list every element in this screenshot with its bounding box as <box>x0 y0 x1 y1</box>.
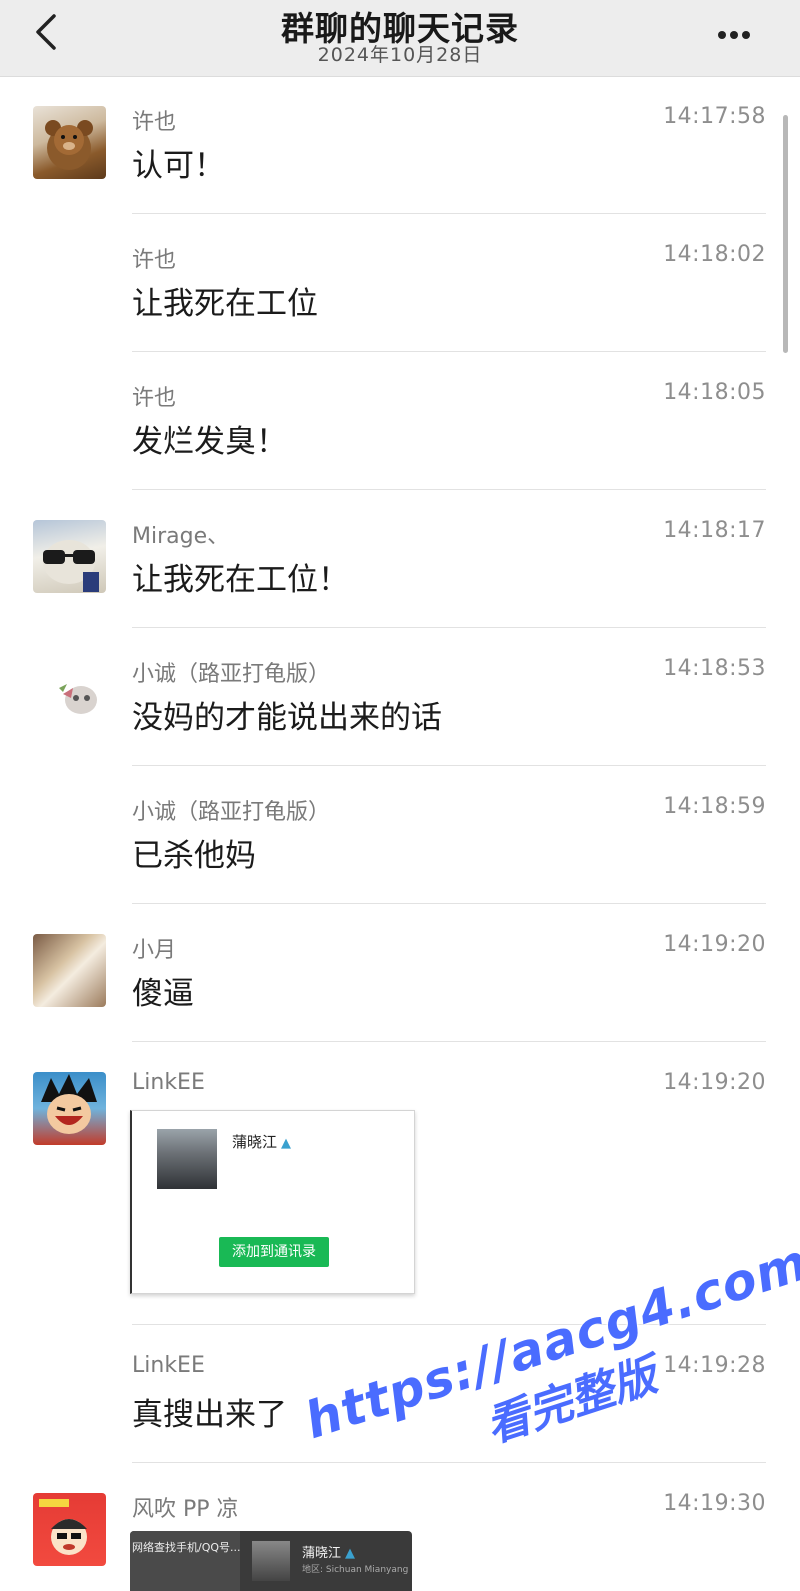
sender-name: 小诚（路亚打龟版） <box>132 662 331 687</box>
avatar[interactable] <box>33 934 106 1007</box>
message-time: 14:17:58 <box>663 104 766 129</box>
person-icon: ▲ <box>281 1136 292 1151</box>
contact-name: 蒲晓江 ▲ <box>302 1546 356 1561</box>
message-text[interactable]: 傻逼 <box>132 968 194 1013</box>
sender-name: LinkEE <box>132 1353 205 1378</box>
message-text[interactable]: 已杀他妈 <box>132 830 256 875</box>
message-time: 14:19:20 <box>663 932 766 957</box>
avatar[interactable] <box>33 106 106 179</box>
sender-name: LinkEE <box>132 1070 205 1095</box>
message-row: 许也 14:18:05 发烂发臭！ <box>0 352 800 490</box>
message-time: 14:19:28 <box>663 1353 766 1378</box>
message-time: 14:18:53 <box>663 656 766 681</box>
avatar[interactable] <box>33 520 106 593</box>
header-bar: 群聊的聊天记录 2024年10月28日 <box>0 0 800 77</box>
more-menu-icon[interactable] <box>718 24 762 40</box>
contact-card[interactable]: 蒲晓江 ▲ 添加到通讯录 <box>130 1110 415 1294</box>
sender-name: 小诚（路亚打龟版） <box>132 800 331 825</box>
message-row: Mirage、 14:18:17 让我死在工位！ <box>0 490 800 628</box>
message-row: LinkEE 14:19:20 蒲晓江 ▲ 添加到通讯录 <box>0 1042 800 1325</box>
search-panel: 网络查找手机/QQ号... <box>130 1531 241 1591</box>
message-time: 14:18:02 <box>663 242 766 267</box>
chat-date: 2024年10月28日 <box>317 44 483 66</box>
message-row: 许也 14:18:02 让我死在工位 <box>0 214 800 352</box>
contact-photo <box>157 1129 217 1189</box>
message-row: LinkEE 14:19:28 真搜出来了 <box>0 1325 800 1463</box>
sender-name: 许也 <box>132 386 177 411</box>
message-text[interactable]: 认可！ <box>132 140 225 185</box>
contact-photo <box>252 1541 290 1581</box>
contact-name: 蒲晓江 ▲ <box>232 1133 292 1151</box>
message-time: 14:19:30 <box>663 1491 766 1516</box>
sender-name: 风吹 PP 凉 <box>132 1497 239 1522</box>
message-text[interactable]: 发烂发臭！ <box>132 416 287 461</box>
add-contact-button[interactable]: 添加到通讯录 <box>219 1237 329 1267</box>
message-row: 风吹 PP 凉 14:19:30 网络查找手机/QQ号... 蒲晓江 ▲ 地区: … <box>0 1463 800 1591</box>
sender-name: 小月 <box>132 938 177 963</box>
contact-card[interactable]: 网络查找手机/QQ号... 蒲晓江 ▲ 地区: Sichuan Mianyang <box>130 1531 412 1591</box>
sender-name: Mirage、 <box>132 524 230 549</box>
message-time: 14:18:59 <box>663 794 766 819</box>
avatar[interactable] <box>33 1493 106 1566</box>
avatar[interactable] <box>33 1072 106 1145</box>
message-row: 许也 14:17:58 认可！ <box>0 76 800 214</box>
message-text[interactable]: 真搜出来了 <box>132 1389 287 1434</box>
message-row: 小诚（路亚打龟版） 14:18:53 没妈的才能说出来的话 <box>0 628 800 766</box>
message-row: 小诚（路亚打龟版） 14:18:59 已杀他妈 <box>0 766 800 904</box>
message-time: 14:19:20 <box>663 1070 766 1095</box>
avatar[interactable] <box>33 658 106 731</box>
message-text[interactable]: 让我死在工位 <box>132 278 318 323</box>
message-time: 14:18:05 <box>663 380 766 405</box>
message-row: 小月 14:19:20 傻逼 <box>0 904 800 1042</box>
message-text[interactable]: 没妈的才能说出来的话 <box>132 692 442 737</box>
message-text[interactable]: 让我死在工位！ <box>132 554 349 599</box>
message-time: 14:18:17 <box>663 518 766 543</box>
sender-name: 许也 <box>132 110 177 135</box>
sender-name: 许也 <box>132 248 177 273</box>
person-icon: ▲ <box>345 1546 356 1561</box>
contact-region: 地区: Sichuan Mianyang <box>302 1565 409 1575</box>
